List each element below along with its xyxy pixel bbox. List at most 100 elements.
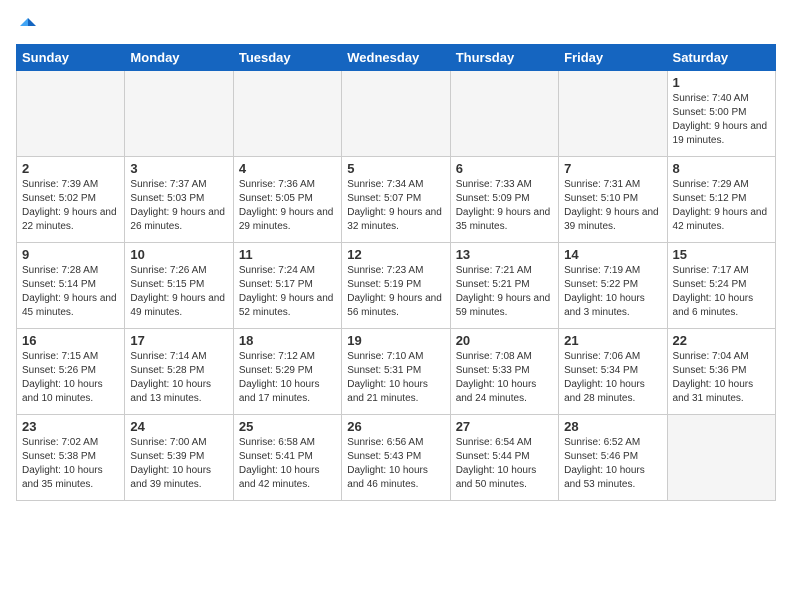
day-number: 26	[347, 419, 444, 434]
day-info: Sunrise: 6:54 AM Sunset: 5:44 PM Dayligh…	[456, 436, 553, 492]
day-info: Sunrise: 7:26 AM Sunset: 5:15 PM Dayligh…	[130, 264, 227, 320]
day-cell: 24 Sunrise: 7:00 AM Sunset: 5:39 PM Dayli…	[125, 415, 233, 501]
day-number: 11	[239, 247, 336, 262]
day-number: 10	[130, 247, 227, 262]
day-info: Sunrise: 6:52 AM Sunset: 5:46 PM Dayligh…	[564, 436, 661, 492]
day-cell	[667, 415, 775, 501]
day-cell: 12Sunrise: 7:23 AM Sunset: 5:19 PM Dayli…	[342, 243, 450, 329]
day-cell: 14 Sunrise: 7:19 AM Sunset: 5:22 PM Dayli…	[559, 243, 667, 329]
weekday-friday: Friday	[559, 45, 667, 71]
week-row-1: 1 Sunrise: 7:40 AM Sunset: 5:00 PM Daylig…	[17, 71, 776, 157]
day-cell: 11 Sunrise: 7:24 AM Sunset: 5:17 PM Dayli…	[233, 243, 341, 329]
day-number: 15	[673, 247, 770, 262]
day-cell	[17, 71, 125, 157]
header	[16, 16, 776, 36]
day-info: Sunrise: 7:02 AM Sunset: 5:38 PM Dayligh…	[22, 436, 119, 492]
day-number: 16	[22, 333, 119, 348]
day-cell: 23 Sunrise: 7:02 AM Sunset: 5:38 PM Dayli…	[17, 415, 125, 501]
day-number: 25	[239, 419, 336, 434]
day-info: Sunrise: 6:58 AM Sunset: 5:41 PM Dayligh…	[239, 436, 336, 492]
day-cell: 19 Sunrise: 7:10 AM Sunset: 5:31 PM Dayli…	[342, 329, 450, 415]
day-cell: 28 Sunrise: 6:52 AM Sunset: 5:46 PM Dayli…	[559, 415, 667, 501]
day-info: Sunrise: 7:10 AM Sunset: 5:31 PM Dayligh…	[347, 350, 444, 406]
day-number: 8	[673, 161, 770, 176]
day-info: Sunrise: 7:31 AM Sunset: 5:10 PM Dayligh…	[564, 178, 661, 234]
weekday-tuesday: Tuesday	[233, 45, 341, 71]
day-number: 4	[239, 161, 336, 176]
day-number: 20	[456, 333, 553, 348]
day-cell: 18 Sunrise: 7:12 AM Sunset: 5:29 PM Dayli…	[233, 329, 341, 415]
day-cell: 27 Sunrise: 6:54 AM Sunset: 5:44 PM Dayli…	[450, 415, 558, 501]
day-info: Sunrise: 7:21 AM Sunset: 5:21 PM Dayligh…	[456, 264, 553, 320]
day-cell: 16 Sunrise: 7:15 AM Sunset: 5:26 PM Dayli…	[17, 329, 125, 415]
day-cell	[233, 71, 341, 157]
day-number: 19	[347, 333, 444, 348]
day-info: Sunrise: 7:39 AM Sunset: 5:02 PM Dayligh…	[22, 178, 119, 234]
day-number: 13	[456, 247, 553, 262]
day-number: 17	[130, 333, 227, 348]
calendar: SundayMondayTuesdayWednesdayThursdayFrid…	[16, 44, 776, 501]
logo	[16, 16, 38, 36]
day-cell: 21 Sunrise: 7:06 AM Sunset: 5:34 PM Dayli…	[559, 329, 667, 415]
day-number: 3	[130, 161, 227, 176]
logo-flag-icon	[18, 16, 38, 36]
day-info: Sunrise: 7:15 AM Sunset: 5:26 PM Dayligh…	[22, 350, 119, 406]
day-cell: 3 Sunrise: 7:37 AM Sunset: 5:03 PM Daylig…	[125, 157, 233, 243]
day-number: 22	[673, 333, 770, 348]
day-number: 2	[22, 161, 119, 176]
day-cell: 2 Sunrise: 7:39 AM Sunset: 5:02 PM Daylig…	[17, 157, 125, 243]
day-cell: 25 Sunrise: 6:58 AM Sunset: 5:41 PM Dayli…	[233, 415, 341, 501]
day-info: Sunrise: 7:33 AM Sunset: 5:09 PM Dayligh…	[456, 178, 553, 234]
day-info: Sunrise: 7:08 AM Sunset: 5:33 PM Dayligh…	[456, 350, 553, 406]
day-number: 24	[130, 419, 227, 434]
day-info: Sunrise: 7:28 AM Sunset: 5:14 PM Dayligh…	[22, 264, 119, 320]
day-info: Sunrise: 7:14 AM Sunset: 5:28 PM Dayligh…	[130, 350, 227, 406]
week-row-4: 16 Sunrise: 7:15 AM Sunset: 5:26 PM Dayli…	[17, 329, 776, 415]
day-number: 7	[564, 161, 661, 176]
day-cell: 20 Sunrise: 7:08 AM Sunset: 5:33 PM Dayli…	[450, 329, 558, 415]
day-cell: 22 Sunrise: 7:04 AM Sunset: 5:36 PM Dayli…	[667, 329, 775, 415]
weekday-wednesday: Wednesday	[342, 45, 450, 71]
day-info: Sunrise: 7:17 AM Sunset: 5:24 PM Dayligh…	[673, 264, 770, 320]
day-info: Sunrise: 7:24 AM Sunset: 5:17 PM Dayligh…	[239, 264, 336, 320]
day-cell: 10 Sunrise: 7:26 AM Sunset: 5:15 PM Dayli…	[125, 243, 233, 329]
day-info: Sunrise: 7:36 AM Sunset: 5:05 PM Dayligh…	[239, 178, 336, 234]
day-cell	[450, 71, 558, 157]
day-info: Sunrise: 7:23 AM Sunset: 5:19 PM Dayligh…	[347, 264, 444, 320]
day-info: Sunrise: 7:12 AM Sunset: 5:29 PM Dayligh…	[239, 350, 336, 406]
day-cell: 7 Sunrise: 7:31 AM Sunset: 5:10 PM Daylig…	[559, 157, 667, 243]
day-cell: 6 Sunrise: 7:33 AM Sunset: 5:09 PM Daylig…	[450, 157, 558, 243]
day-cell: 8 Sunrise: 7:29 AM Sunset: 5:12 PM Daylig…	[667, 157, 775, 243]
day-number: 27	[456, 419, 553, 434]
day-cell: 13 Sunrise: 7:21 AM Sunset: 5:21 PM Dayli…	[450, 243, 558, 329]
day-cell: 9Sunrise: 7:28 AM Sunset: 5:14 PM Daylig…	[17, 243, 125, 329]
weekday-saturday: Saturday	[667, 45, 775, 71]
day-info: Sunrise: 7:29 AM Sunset: 5:12 PM Dayligh…	[673, 178, 770, 234]
day-info: Sunrise: 7:37 AM Sunset: 5:03 PM Dayligh…	[130, 178, 227, 234]
day-number: 21	[564, 333, 661, 348]
day-cell: 26 Sunrise: 6:56 AM Sunset: 5:43 PM Dayli…	[342, 415, 450, 501]
day-cell: 5 Sunrise: 7:34 AM Sunset: 5:07 PM Daylig…	[342, 157, 450, 243]
day-info: Sunrise: 7:40 AM Sunset: 5:00 PM Dayligh…	[673, 92, 770, 148]
day-info: Sunrise: 7:06 AM Sunset: 5:34 PM Dayligh…	[564, 350, 661, 406]
week-row-3: 9Sunrise: 7:28 AM Sunset: 5:14 PM Daylig…	[17, 243, 776, 329]
weekday-header-row: SundayMondayTuesdayWednesdayThursdayFrid…	[17, 45, 776, 71]
day-number: 1	[673, 75, 770, 90]
day-cell: 15 Sunrise: 7:17 AM Sunset: 5:24 PM Dayli…	[667, 243, 775, 329]
week-row-2: 2 Sunrise: 7:39 AM Sunset: 5:02 PM Daylig…	[17, 157, 776, 243]
day-number: 18	[239, 333, 336, 348]
day-number: 6	[456, 161, 553, 176]
day-number: 28	[564, 419, 661, 434]
day-info: Sunrise: 7:04 AM Sunset: 5:36 PM Dayligh…	[673, 350, 770, 406]
day-info: Sunrise: 7:00 AM Sunset: 5:39 PM Dayligh…	[130, 436, 227, 492]
day-info: Sunrise: 7:19 AM Sunset: 5:22 PM Dayligh…	[564, 264, 661, 320]
day-cell	[559, 71, 667, 157]
day-number: 23	[22, 419, 119, 434]
weekday-monday: Monday	[125, 45, 233, 71]
day-cell: 17 Sunrise: 7:14 AM Sunset: 5:28 PM Dayli…	[125, 329, 233, 415]
weekday-sunday: Sunday	[17, 45, 125, 71]
day-number: 14	[564, 247, 661, 262]
day-info: Sunrise: 7:34 AM Sunset: 5:07 PM Dayligh…	[347, 178, 444, 234]
day-info: Sunrise: 6:56 AM Sunset: 5:43 PM Dayligh…	[347, 436, 444, 492]
day-number: 5	[347, 161, 444, 176]
